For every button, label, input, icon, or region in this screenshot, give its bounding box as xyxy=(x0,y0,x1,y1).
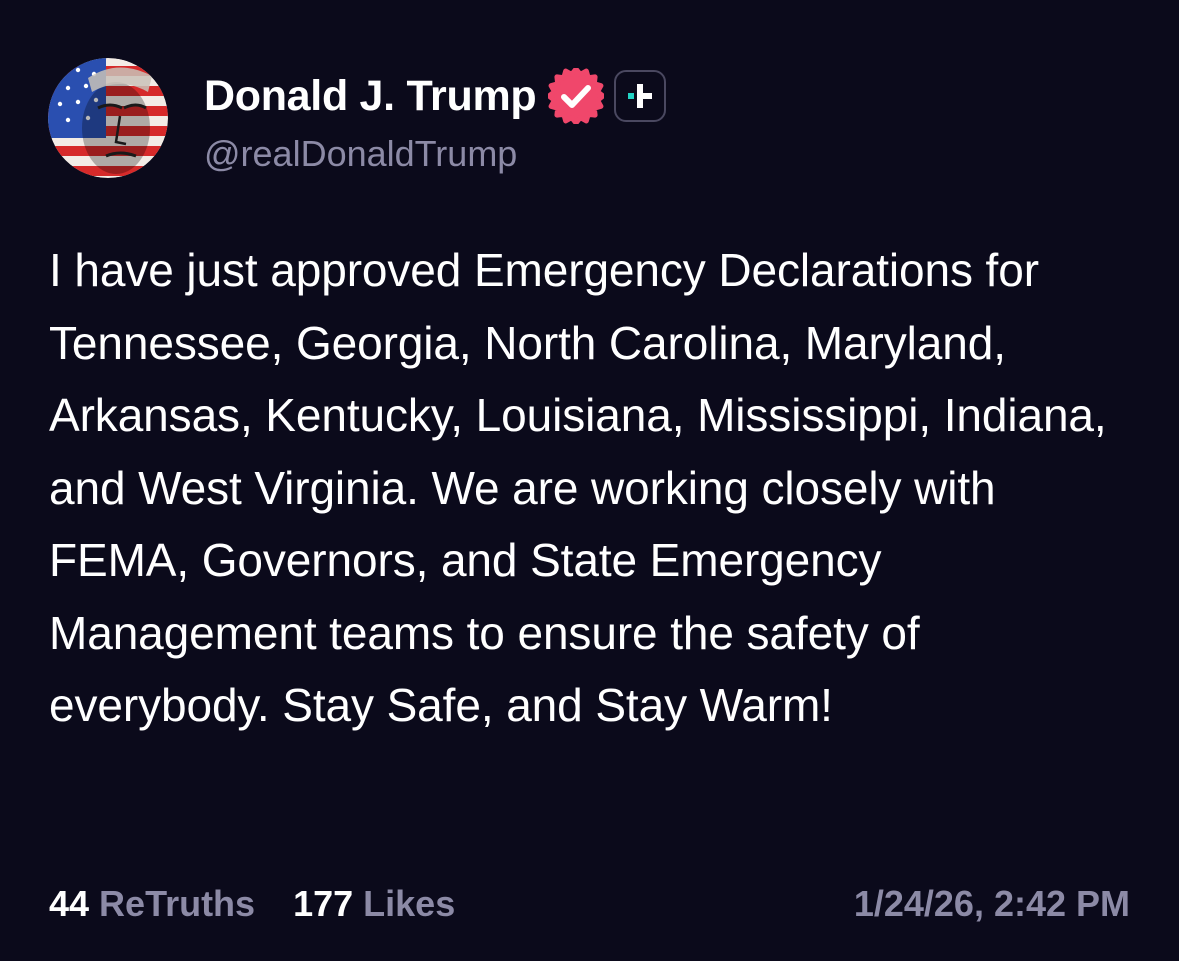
retruths-label: ReTruths xyxy=(99,883,256,924)
truth-post: Donald J. Trump @realDonaldTrump I have … xyxy=(0,0,1179,961)
plus-icon xyxy=(628,84,653,108)
avatar-image xyxy=(48,58,168,178)
name-row: Donald J. Trump xyxy=(204,66,667,126)
likes-label: Likes xyxy=(363,883,456,924)
post-body-text: I have just approved Emergency Declarati… xyxy=(49,244,1107,731)
retruths-stat[interactable]: 44 ReTruths xyxy=(49,883,255,925)
follow-button[interactable] xyxy=(614,70,667,122)
likes-count: 177 xyxy=(293,883,354,924)
user-handle[interactable]: @realDonaldTrump xyxy=(204,134,666,174)
display-name[interactable]: Donald J. Trump xyxy=(204,74,537,118)
retruths-count: 44 xyxy=(49,883,90,924)
likes-stat[interactable]: 177 Likes xyxy=(293,883,455,925)
post-timestamp[interactable]: 1/24/26, 2:42 PM xyxy=(854,883,1130,925)
avatar[interactable] xyxy=(48,58,168,178)
post-header: Donald J. Trump @realDonaldTrump xyxy=(204,66,667,174)
post-footer: 44 ReTruths 177 Likes 1/24/26, 2:42 PM xyxy=(49,880,1130,928)
verified-badge-icon xyxy=(546,66,606,126)
